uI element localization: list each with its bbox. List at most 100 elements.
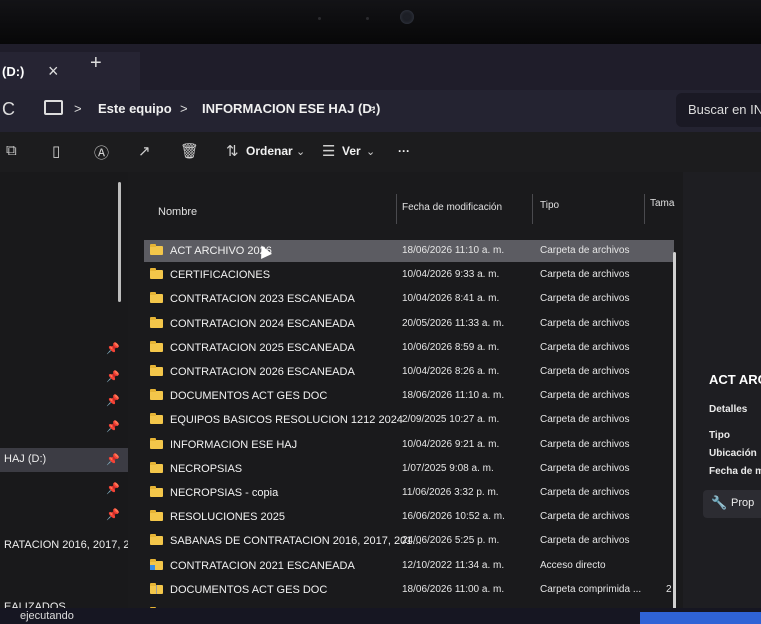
file-type: Carpeta de archivos [540, 414, 630, 426]
table-row[interactable]: EQUIPOS BASICOS RESOLUCION 1212 2024 2/09… [144, 409, 674, 431]
nav-scrollbar[interactable] [118, 182, 121, 302]
file-modified-date: 10/04/2026 9:33 a. m. [402, 269, 500, 281]
table-row[interactable]: INFORMACION ESE HAJ 10/04/2026 9:21 a. m.… [144, 434, 674, 456]
file-modified-date: 11/06/2026 3:32 p. m. [402, 487, 499, 498]
table-row[interactable]: NECROPSIAS - copia 11/06/2026 3:32 p. m. C… [144, 482, 674, 504]
breadcrumb-drive-d[interactable]: INFORMACION ESE HAJ (D:) [202, 101, 380, 116]
column-header-name[interactable]: Nombre [158, 206, 197, 218]
file-type: Carpeta de archivos [540, 341, 630, 353]
search-input[interactable]: Buscar en INF [676, 93, 761, 127]
file-list: Nombre Fecha de modificación Tipo Tama A… [128, 172, 683, 624]
rename-icon[interactable]: Ⓐ [94, 142, 109, 163]
table-row[interactable]: CERTIFICACIONES 10/04/2026 9:33 a. m. Carp… [144, 264, 674, 286]
file-name: CONTRATACION 2023 ESCANEADA [170, 293, 355, 306]
details-title: ACT ARC [709, 372, 761, 387]
folder-icon [150, 461, 163, 473]
file-name: CONTRATACION 2026 ESCANEADA [170, 366, 355, 378]
table-row[interactable]: RESOLUCIONES 2025 16/06/2026 10:52 a. m. C… [144, 506, 674, 528]
pin-icon: 📌 [106, 509, 120, 521]
sort-button[interactable]: Ordenar [246, 144, 293, 158]
trash-icon[interactable]: 🗑 [180, 142, 199, 160]
properties-button[interactable]: 🔧 Prop [703, 490, 761, 518]
taskbar-active-app[interactable] [640, 612, 761, 624]
file-type: Carpeta de archivos [540, 462, 630, 474]
column-header-type[interactable]: Tipo [540, 200, 559, 211]
details-pane: ACT ARC Detalles Tipo Ubicación Fecha de… [683, 172, 761, 624]
tab-drive-d[interactable]: (D:) × [0, 52, 140, 90]
file-size: 2 [666, 583, 672, 595]
table-row[interactable]: CONTRATACION 2026 ESCANEADA 10/04/2026 8:… [144, 361, 674, 383]
file-modified-date: 2/09/2025 10:27 a. m. [402, 414, 500, 426]
command-bar: ⧉ ▯ Ⓐ ↗ 🗑 ⇅ Ordenar ⌄ ☰ Ver ⌄ ··· [0, 132, 761, 172]
file-modified-date: 1/07/2025 9:08 a. m. [402, 462, 494, 474]
breadcrumb-este-equipo[interactable]: Este equipo [98, 101, 172, 116]
table-row[interactable]: CONTRATACION 2024 ESCANEADA 20/05/2026 11… [144, 313, 674, 335]
table-row[interactable]: CONTRATACION 2021 ESCANEADA 12/10/2022 11… [144, 555, 674, 577]
file-type: Carpeta de archivos [540, 487, 630, 498]
pin-icon: 📌 [106, 483, 120, 495]
close-icon[interactable]: × [48, 61, 59, 82]
file-modified-date: 10/06/2026 8:59 a. m. [402, 341, 500, 353]
folder-icon [150, 534, 163, 546]
details-section-label: Detalles [709, 404, 748, 415]
file-name: DOCUMENTOS ACT GES DOC [170, 583, 328, 596]
breadcrumb-separator: > [180, 101, 188, 116]
details-label-date: Fecha de m [709, 466, 761, 477]
file-name: NECROPSIAS [170, 462, 243, 475]
nav-item-label: HAJ (D:) [4, 453, 47, 465]
file-type: Carpeta de archivos [540, 438, 630, 450]
properties-label: Prop [731, 497, 755, 509]
file-type: Acceso directo [540, 559, 606, 571]
nav-item-sabanas[interactable]: RATACION 2016, 2017, 2 [0, 534, 130, 558]
table-row[interactable]: CONTRATACION 2023 ESCANEADA 10/04/2026 8:… [144, 288, 674, 310]
folder-icon [150, 292, 163, 304]
breadcrumb-separator: > [74, 101, 82, 116]
table-row[interactable]: ACT ARCHIVO 2026 18/06/2026 11:10 a. m. Ca… [144, 240, 674, 262]
taskbar-label: ejecutando [20, 610, 74, 622]
file-type: Carpeta de archivos [540, 390, 630, 402]
column-divider[interactable] [396, 194, 397, 224]
folder-icon [150, 437, 163, 449]
refresh-icon[interactable]: C [2, 99, 15, 120]
table-row[interactable]: DOCUMENTOS ACT GES DOC 18/06/2026 11:10 a… [144, 385, 674, 407]
table-row[interactable]: NECROPSIAS 1/07/2025 9:08 a. m. Carpeta de… [144, 458, 674, 480]
title-bar: (D:) × + [0, 44, 761, 90]
pin-icon: 📌 [106, 454, 120, 466]
table-row[interactable]: SABANAS DE CONTRATACION 2016, 2017, 201.… [144, 530, 674, 552]
file-type: Carpeta de archivos [540, 511, 630, 523]
view-button[interactable]: Ver [342, 144, 361, 158]
file-modified-date: 16/06/2026 10:52 a. m. [402, 511, 505, 523]
column-divider[interactable] [644, 194, 645, 224]
folder-icon [150, 389, 163, 401]
folder-icon [150, 486, 163, 497]
chevron-down-icon: ⌄ [296, 146, 306, 158]
column-divider[interactable] [532, 194, 533, 224]
webcam [400, 10, 414, 24]
table-row[interactable]: CONTRATACION 2025 ESCANEADA 10/06/2026 8:… [144, 337, 674, 359]
table-row[interactable]: DOCUMENTOS ACT GES DOC 18/06/2026 11:00 a… [144, 579, 674, 601]
search-placeholder: Buscar en INF [688, 102, 761, 117]
list-scrollbar[interactable] [673, 252, 676, 612]
column-header-modified[interactable]: Fecha de modificación [402, 202, 502, 213]
pin-icon: 📌 [106, 421, 120, 433]
copy-icon[interactable]: ⧉ [6, 142, 17, 159]
breadcrumb-separator[interactable]: > [368, 101, 376, 116]
file-name: EQUIPOS BASICOS RESOLUCION 1212 2024 [170, 414, 403, 427]
column-header-size[interactable]: Tama [650, 198, 674, 209]
file-type: Carpeta de archivos [540, 293, 630, 305]
folder-icon [150, 340, 163, 352]
new-tab-icon[interactable]: + [90, 52, 102, 75]
nav-item-label: RATACION 2016, 2017, 2 [4, 539, 130, 551]
view-icon: ☰ [322, 143, 336, 160]
sensor-dot [366, 17, 369, 20]
file-modified-date: 12/10/2022 11:34 a. m. [402, 559, 505, 571]
file-name: CERTIFICACIONES [170, 269, 271, 282]
file-name: CONTRATACION 2025 ESCANEADA [170, 341, 355, 354]
paste-icon[interactable]: ▯ [52, 142, 60, 160]
tab-label: (D:) [2, 64, 25, 79]
file-type: Carpeta de archivos [540, 245, 630, 256]
more-options-button[interactable]: ··· [398, 144, 410, 158]
file-type: Carpeta de archivos [540, 317, 630, 329]
share-icon[interactable]: ↗ [138, 142, 151, 160]
folder-icon [150, 365, 163, 376]
